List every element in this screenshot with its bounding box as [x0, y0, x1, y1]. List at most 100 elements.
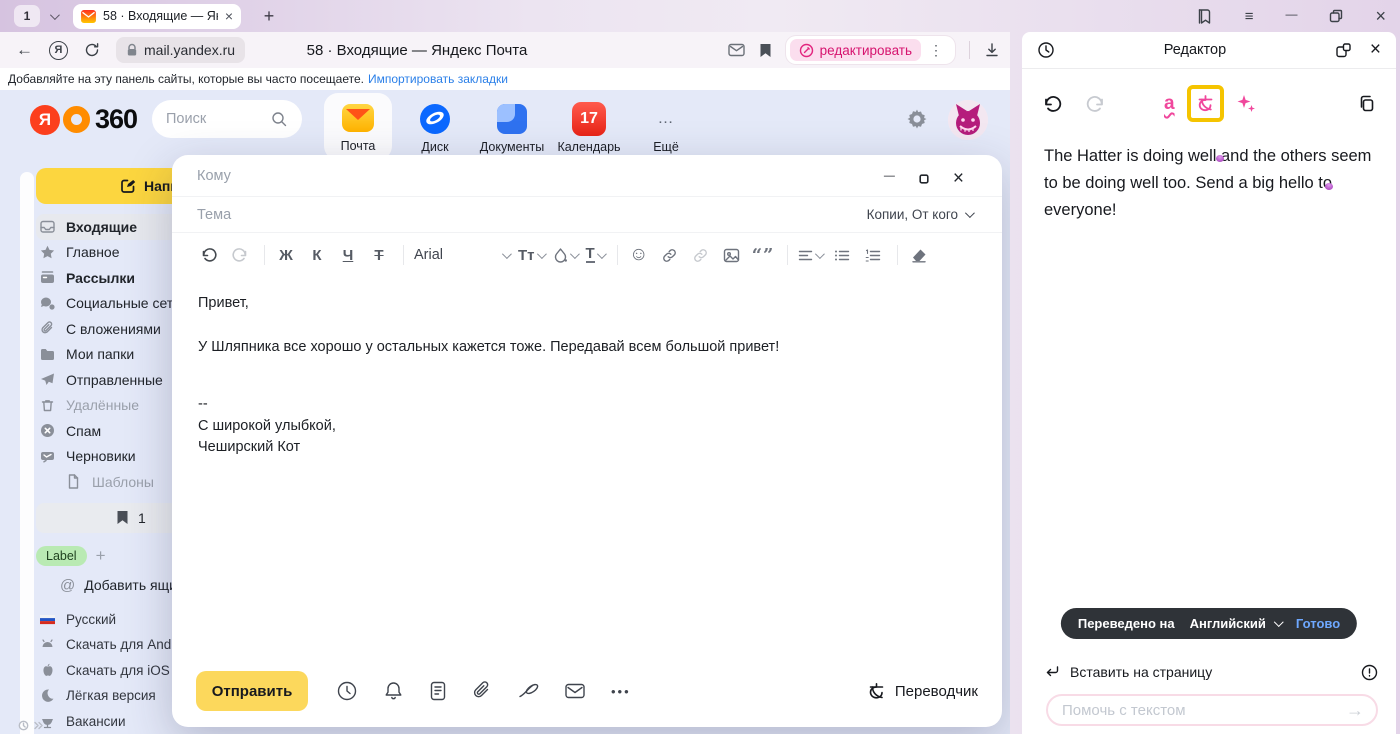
panel-redo-icon[interactable] [1085, 95, 1106, 113]
strikethrough-button[interactable]: Т [368, 247, 390, 264]
italic-button[interactable]: К [306, 247, 328, 264]
url-field[interactable]: mail.yandex.ru [116, 37, 245, 63]
service-disk-tab[interactable]: Диск [401, 93, 469, 154]
schedule-send-icon[interactable] [336, 680, 358, 702]
download-android-link[interactable]: Скачать для Android [36, 632, 172, 658]
undo-icon[interactable] [198, 247, 220, 263]
sidebar-item-newsletters[interactable]: Рассылки [36, 265, 172, 291]
font-family-select[interactable]: Arial [414, 247, 509, 263]
edit-extension-button[interactable]: редактировать [790, 39, 921, 61]
done-button[interactable]: Готово [1296, 616, 1340, 631]
panel-undo-icon[interactable] [1042, 95, 1063, 113]
close-window-icon[interactable]: × [1375, 6, 1386, 27]
insert-link-icon[interactable] [659, 247, 681, 264]
quote-icon[interactable]: “” [752, 245, 775, 266]
emoji-icon[interactable]: ☺ [628, 244, 650, 266]
yandex-360-logo[interactable]: Я 360 [30, 104, 137, 135]
yandex-browser-icon[interactable]: Я [49, 41, 68, 60]
minimize-window-icon[interactable]: — [1285, 7, 1297, 21]
refresh-icon[interactable] [84, 42, 100, 58]
restore-window-icon[interactable] [1329, 9, 1343, 23]
redo-icon[interactable] [229, 247, 251, 263]
download-ios-link[interactable]: Скачать для iOS [36, 658, 172, 684]
sidebar-item-inbox[interactable]: Входящие [36, 214, 172, 240]
cc-from-toggle[interactable]: Копии, От кого [867, 207, 972, 222]
browser-tab[interactable]: 58 · Входящие — Янде × [73, 4, 241, 29]
minimize-compose-icon[interactable]: — [884, 170, 895, 182]
envelope-options-icon[interactable] [564, 682, 586, 700]
translator-button[interactable]: Переводчик [867, 682, 978, 701]
new-tab-button[interactable]: + [257, 6, 281, 27]
align-select[interactable] [798, 249, 822, 262]
submit-prompt-icon[interactable]: → [1340, 700, 1370, 721]
sidebar-item-social[interactable]: Социальные сети [36, 291, 172, 317]
bookmarks-panel-icon[interactable] [1196, 8, 1213, 25]
browser-menu-icon[interactable]: ≡ [1245, 8, 1254, 25]
to-field[interactable]: Кому — × [172, 155, 1002, 197]
bold-button[interactable]: Ж [275, 247, 297, 264]
font-size-select[interactable]: Tт [518, 247, 544, 264]
ai-sparkles-icon[interactable] [1236, 94, 1256, 114]
sidebar-item-attachments[interactable]: С вложениями [36, 316, 172, 342]
language-switch[interactable]: Русский [36, 607, 172, 633]
sidebar-item-sent[interactable]: Отправленные [36, 367, 172, 393]
translate-highlight-box[interactable] [1187, 85, 1224, 122]
service-more-tab[interactable]: … Ещё [632, 93, 700, 154]
copy-text-icon[interactable] [1357, 94, 1376, 113]
back-button-icon[interactable]: ← [16, 40, 33, 60]
history-clock-icon[interactable] [1037, 41, 1055, 59]
info-icon[interactable] [1361, 664, 1378, 681]
sidebar-item-drafts[interactable]: Черновики [36, 444, 172, 470]
compose-button[interactable]: Написать [36, 168, 172, 204]
tab-close-icon[interactable]: × [225, 8, 233, 24]
insert-image-icon[interactable] [721, 248, 743, 263]
service-mail-tab[interactable]: Почта [324, 93, 392, 160]
mail-notification-icon[interactable] [728, 43, 745, 57]
language-select[interactable]: Английский [1190, 616, 1281, 631]
insert-on-page-button[interactable]: Вставить на страницу [1044, 660, 1378, 684]
close-compose-icon[interactable]: × [953, 168, 964, 190]
reminder-bell-icon[interactable] [383, 680, 404, 702]
bookmark-icon[interactable] [759, 43, 772, 58]
template-icon[interactable] [429, 680, 447, 702]
spellcheck-icon[interactable]: a [1164, 94, 1175, 113]
sidebar-item-spam[interactable]: Спам [36, 418, 172, 444]
sidebar-item-main[interactable]: Главное [36, 240, 172, 266]
sidebar-item-my-folders[interactable]: Мои папки [36, 342, 172, 368]
ai-prompt-input[interactable] [1062, 702, 1340, 719]
download-icon[interactable] [984, 42, 1000, 58]
add-mailbox-button[interactable]: @ Добавить ящик [36, 577, 172, 594]
message-body-editor[interactable]: Привет, У Шляпника все хорошо у остальны… [172, 277, 1002, 459]
attach-file-icon[interactable] [472, 680, 492, 702]
expand-compose-icon[interactable] [919, 174, 929, 184]
import-bookmarks-link[interactable]: Импортировать закладки [368, 72, 508, 86]
clear-formatting-icon[interactable] [908, 248, 930, 263]
service-docs-tab[interactable]: Документы [478, 93, 546, 154]
send-button[interactable]: Отправить [196, 671, 308, 711]
vacancies-link[interactable]: Вакансии [36, 709, 172, 734]
settings-gear-icon[interactable] [906, 108, 928, 130]
search-input[interactable]: Поиск [152, 100, 302, 138]
more-options-icon[interactable]: ••• [611, 684, 631, 699]
remove-link-icon[interactable] [690, 247, 712, 264]
subject-field[interactable]: Тема Копии, От кого [172, 197, 1002, 233]
user-avatar[interactable] [948, 100, 988, 140]
tab-list-chevron-icon[interactable] [50, 7, 57, 25]
sidebar-item-templates[interactable]: Шаблоны [36, 469, 172, 495]
extension-menu-icon[interactable]: ⋮ [921, 42, 951, 59]
pen-signature-icon[interactable] [517, 681, 539, 701]
bullet-list-icon[interactable] [831, 249, 853, 262]
text-color-select[interactable]: T [586, 247, 604, 263]
label-tag[interactable]: Label [36, 546, 87, 566]
sidebar-item-deleted[interactable]: Удалённые [36, 393, 172, 419]
bookmarked-messages-filter[interactable]: 1 [36, 503, 172, 533]
open-in-window-icon[interactable] [1335, 42, 1352, 59]
light-version-link[interactable]: Лёгкая версия [36, 683, 172, 709]
numbered-list-icon[interactable] [862, 249, 884, 262]
tab-counter-button[interactable]: 1 [14, 5, 40, 27]
add-label-icon[interactable]: + [96, 546, 106, 566]
close-panel-icon[interactable]: × [1370, 39, 1381, 61]
service-calendar-tab[interactable]: 17 Календарь [555, 93, 623, 154]
underline-button[interactable]: Ч [337, 247, 359, 264]
translated-text[interactable]: The Hatter is doing well and the others … [1022, 122, 1396, 224]
